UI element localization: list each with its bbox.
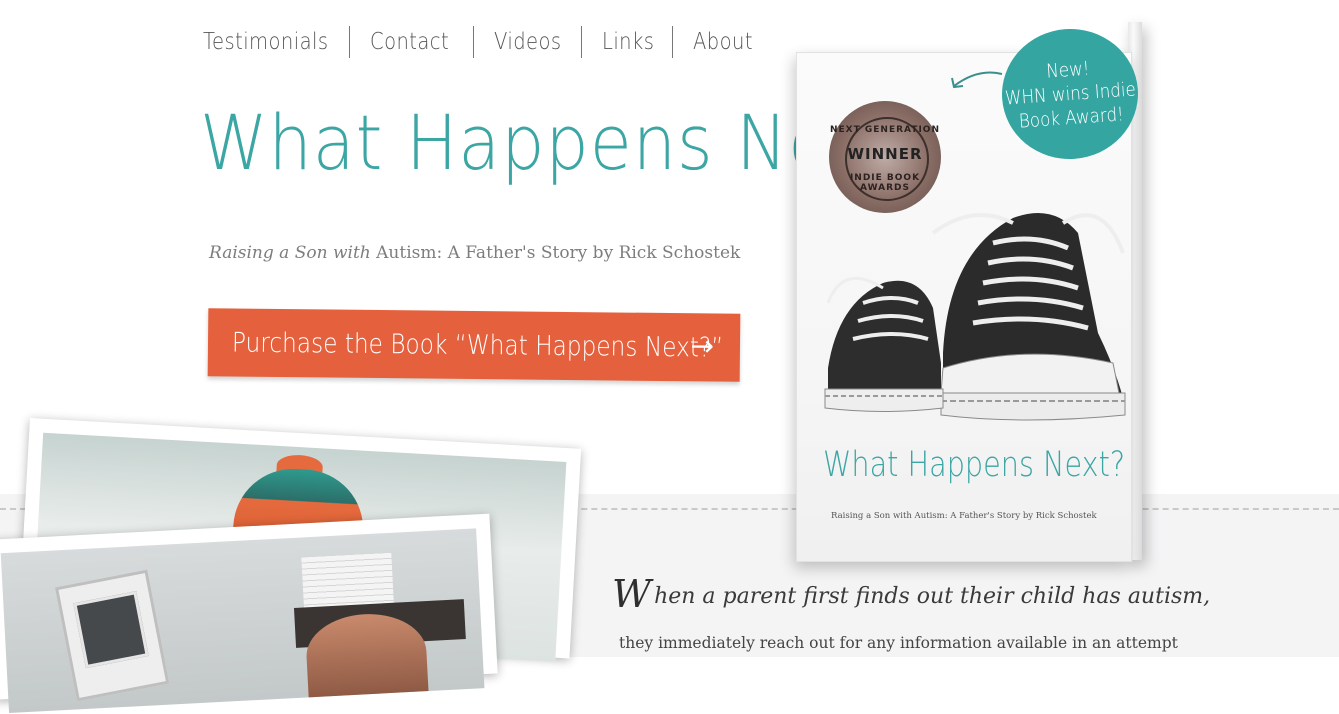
- computer-monitor: [54, 569, 170, 702]
- nav-link-testimonials[interactable]: Testimonials: [203, 29, 328, 55]
- intro-lead-text: hen a parent first finds out their child…: [654, 584, 1211, 609]
- cover-title: What Happens Next?: [823, 445, 1126, 485]
- subtitle-rest: Autism: A Father's Story by Rick Schoste…: [376, 243, 741, 263]
- nav-item-testimonials: Testimonials: [203, 29, 351, 55]
- intro-drop-cap: W: [612, 572, 652, 616]
- intro-body-text: they immediately reach out for any infor…: [619, 634, 1178, 652]
- subtitle-raising: Raising a: [209, 243, 290, 263]
- badge-line-1: New!: [1046, 57, 1091, 83]
- book-subtitle: Raising a Son with Autism: A Father's St…: [209, 243, 740, 263]
- top-nav: Testimonials Contact Videos Links About: [203, 24, 763, 60]
- nav-link-contact[interactable]: Contact: [370, 29, 449, 55]
- nav-separator: [581, 26, 583, 58]
- photo-office: [0, 513, 498, 714]
- purchase-book-button[interactable]: Purchase the Book “What Happens Next?” →: [207, 308, 741, 382]
- nav-link-about[interactable]: About: [693, 29, 753, 55]
- photo-office-image: [0, 528, 485, 714]
- arrow-right-icon: →: [690, 329, 715, 363]
- seal-bottom-text: INDIE BOOK AWARDS: [849, 173, 921, 193]
- seal-winner-text: WINNER: [847, 145, 923, 163]
- subtitle-son: Son: [294, 243, 328, 263]
- seal-top-text: NEXT GENERATION: [830, 125, 940, 135]
- nav-link-links[interactable]: Links: [602, 29, 654, 55]
- page-title: What Happens Next?: [200, 98, 937, 187]
- intro-lead: When a parent first finds out their chil…: [612, 572, 1210, 616]
- nav-separator: [348, 26, 350, 58]
- nav-separator: [671, 26, 673, 58]
- sneakers-illustration: [824, 213, 1126, 421]
- curved-arrow-icon: [951, 71, 1003, 89]
- nav-separator: [472, 26, 474, 58]
- subtitle-with: with: [332, 243, 371, 263]
- purchase-button-label: Purchase the Book “What Happens Next?”: [231, 326, 724, 364]
- nav-link-videos[interactable]: Videos: [494, 29, 562, 55]
- cover-subtitle: Raising a Son with Autism: A Father's St…: [831, 511, 1097, 521]
